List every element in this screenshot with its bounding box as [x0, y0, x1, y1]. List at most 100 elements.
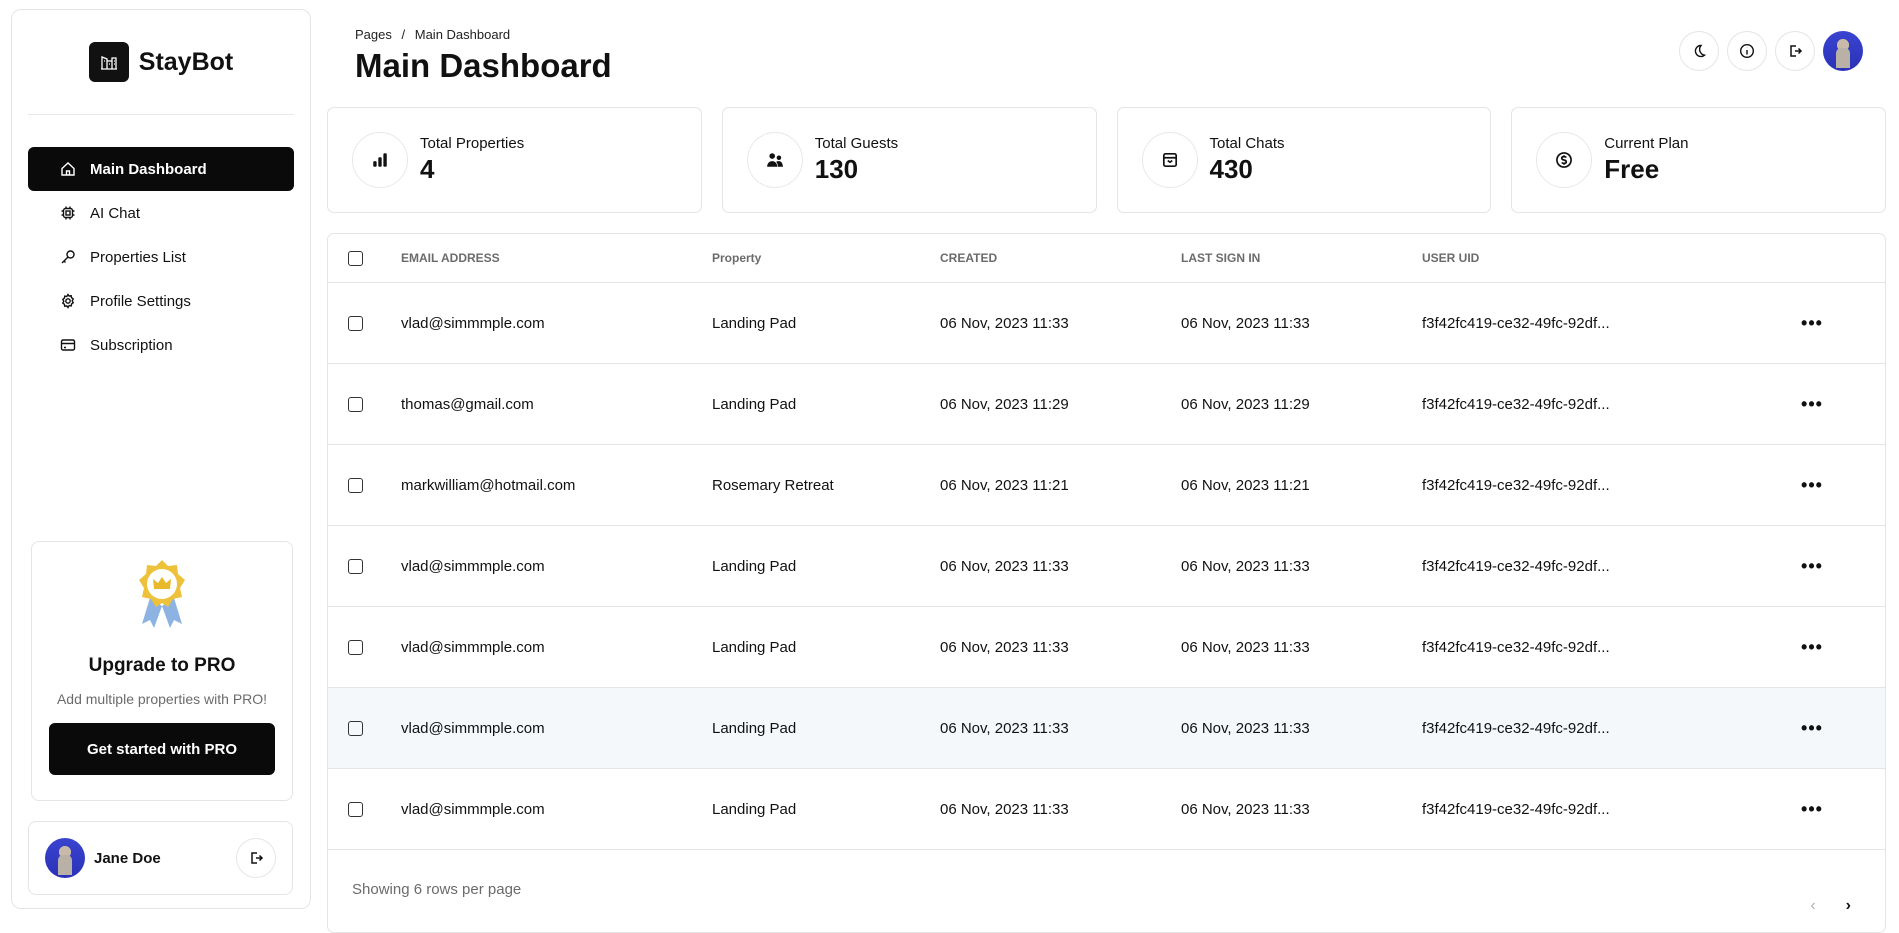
stat-card-total-guests: Total Guests 130 [722, 107, 1097, 213]
row-checkbox[interactable] [348, 802, 363, 817]
column-header-user-uid[interactable]: USER UID [1422, 251, 1792, 265]
get-started-pro-button[interactable]: Get started with PRO [49, 723, 275, 775]
more-actions-icon[interactable]: ••• [1792, 718, 1832, 739]
breadcrumb: Pages / Main Dashboard [355, 27, 516, 42]
column-header-property[interactable]: Property [712, 251, 940, 265]
column-header-last-sign-in[interactable]: LAST SIGN IN [1181, 251, 1422, 265]
sidebar-item-properties-list[interactable]: Properties List [28, 235, 294, 279]
sidebar-nav: Main Dashboard AI Chat Properties List P… [28, 147, 294, 367]
users-table: EMAIL ADDRESS Property CREATED LAST SIGN… [327, 233, 1886, 933]
info-button[interactable] [1727, 31, 1767, 71]
cell-last-sign-in: 06 Nov, 2023 11:33 [1181, 558, 1422, 575]
logout-icon [248, 850, 264, 866]
table-row[interactable]: vlad@simmmple.comLanding Pad06 Nov, 2023… [328, 526, 1885, 607]
brand: StayBot [12, 42, 310, 82]
row-checkbox[interactable] [348, 559, 363, 574]
cell-email: vlad@simmmple.com [401, 801, 712, 818]
stat-card-total-chats: Total Chats 430 [1117, 107, 1492, 213]
sidebar-item-label: AI Chat [90, 205, 140, 222]
table-row[interactable]: vlad@simmmple.comLanding Pad06 Nov, 2023… [328, 688, 1885, 769]
cell-last-sign-in: 06 Nov, 2023 11:29 [1181, 396, 1422, 413]
credit-card-icon [60, 337, 76, 353]
table-header: EMAIL ADDRESS Property CREATED LAST SIGN… [328, 234, 1885, 283]
chevron-right-icon[interactable]: › [1846, 897, 1851, 915]
sidebar-item-label: Subscription [90, 337, 173, 354]
cell-user-uid: f3f42fc419-ce32-49fc-92df... [1422, 315, 1792, 332]
stat-label: Total Chats [1210, 135, 1285, 152]
column-header-created[interactable]: CREATED [940, 251, 1181, 265]
cell-user-uid: f3f42fc419-ce32-49fc-92df... [1422, 477, 1792, 494]
stat-label: Total Properties [420, 135, 524, 152]
divider [28, 114, 294, 115]
header-logout-button[interactable] [1775, 31, 1815, 71]
more-actions-icon[interactable]: ••• [1792, 637, 1832, 658]
cell-property: Landing Pad [712, 558, 940, 575]
cell-email: vlad@simmmple.com [401, 315, 712, 332]
cell-user-uid: f3f42fc419-ce32-49fc-92df... [1422, 639, 1792, 656]
cell-property: Landing Pad [712, 801, 940, 818]
cell-user-uid: f3f42fc419-ce32-49fc-92df... [1422, 558, 1792, 575]
rows-per-page-text: Showing 6 rows per page [352, 881, 521, 898]
user-card: Jane Doe [28, 821, 293, 895]
sidebar-item-main-dashboard[interactable]: Main Dashboard [28, 147, 294, 191]
upgrade-promo-card: Upgrade to PRO Add multiple properties w… [31, 541, 293, 801]
cell-email: vlad@simmmple.com [401, 720, 712, 737]
more-actions-icon[interactable]: ••• [1792, 799, 1832, 820]
avatar[interactable] [45, 838, 85, 878]
stat-label: Current Plan [1604, 135, 1688, 152]
more-actions-icon[interactable]: ••• [1792, 475, 1832, 496]
sidebar-item-label: Profile Settings [90, 293, 191, 310]
sidebar-item-profile-settings[interactable]: Profile Settings [28, 279, 294, 323]
cell-user-uid: f3f42fc419-ce32-49fc-92df... [1422, 396, 1792, 413]
cell-last-sign-in: 06 Nov, 2023 11:21 [1181, 477, 1422, 494]
select-all-checkbox[interactable] [348, 251, 363, 266]
cell-created: 06 Nov, 2023 11:33 [940, 801, 1181, 818]
pagination: ‹ › [1810, 897, 1851, 915]
column-header-email[interactable]: EMAIL ADDRESS [401, 251, 712, 265]
row-checkbox[interactable] [348, 316, 363, 331]
table-row[interactable]: vlad@simmmple.comLanding Pad06 Nov, 2023… [328, 283, 1885, 364]
cell-property: Landing Pad [712, 396, 940, 413]
more-actions-icon[interactable]: ••• [1792, 313, 1832, 334]
cell-property: Rosemary Retreat [712, 477, 940, 494]
table-row[interactable]: thomas@gmail.comLanding Pad06 Nov, 2023 … [328, 364, 1885, 445]
gear-icon [60, 293, 76, 309]
cell-property: Landing Pad [712, 315, 940, 332]
theme-toggle-button[interactable] [1679, 31, 1719, 71]
logout-button[interactable] [236, 838, 276, 878]
table-row[interactable]: vlad@simmmple.comLanding Pad06 Nov, 2023… [328, 607, 1885, 688]
row-checkbox[interactable] [348, 397, 363, 412]
row-checkbox[interactable] [348, 640, 363, 655]
stat-value: 4 [420, 154, 524, 185]
sidebar-item-ai-chat[interactable]: AI Chat [28, 191, 294, 235]
more-actions-icon[interactable]: ••• [1792, 394, 1832, 415]
dollar-icon [1555, 151, 1573, 169]
breadcrumb-pages[interactable]: Pages [355, 27, 392, 42]
cell-created: 06 Nov, 2023 11:33 [940, 315, 1181, 332]
row-checkbox[interactable] [348, 721, 363, 736]
chevron-left-icon[interactable]: ‹ [1810, 897, 1815, 915]
cell-created: 06 Nov, 2023 11:21 [940, 477, 1181, 494]
cell-created: 06 Nov, 2023 11:29 [940, 396, 1181, 413]
header-avatar[interactable] [1823, 31, 1863, 71]
row-checkbox[interactable] [348, 478, 363, 493]
cell-user-uid: f3f42fc419-ce32-49fc-92df... [1422, 720, 1792, 737]
sidebar-item-label: Properties List [90, 249, 186, 266]
stat-label: Total Guests [815, 135, 898, 152]
logout-icon [1787, 43, 1803, 59]
header-actions [1679, 31, 1863, 71]
more-actions-icon[interactable]: ••• [1792, 556, 1832, 577]
stat-value: Free [1604, 154, 1688, 185]
cell-email: markwilliam@hotmail.com [401, 477, 712, 494]
cell-created: 06 Nov, 2023 11:33 [940, 720, 1181, 737]
moon-icon [1691, 43, 1707, 59]
table-row[interactable]: markwilliam@hotmail.comRosemary Retreat0… [328, 445, 1885, 526]
sidebar-item-label: Main Dashboard [90, 161, 207, 178]
cell-property: Landing Pad [712, 720, 940, 737]
users-icon [766, 151, 784, 169]
table-row[interactable]: vlad@simmmple.comLanding Pad06 Nov, 2023… [328, 769, 1885, 850]
promo-subtitle: Add multiple properties with PRO! [32, 691, 292, 707]
sidebar-item-subscription[interactable]: Subscription [28, 323, 294, 367]
cell-last-sign-in: 06 Nov, 2023 11:33 [1181, 801, 1422, 818]
page-title: Main Dashboard [355, 47, 612, 85]
